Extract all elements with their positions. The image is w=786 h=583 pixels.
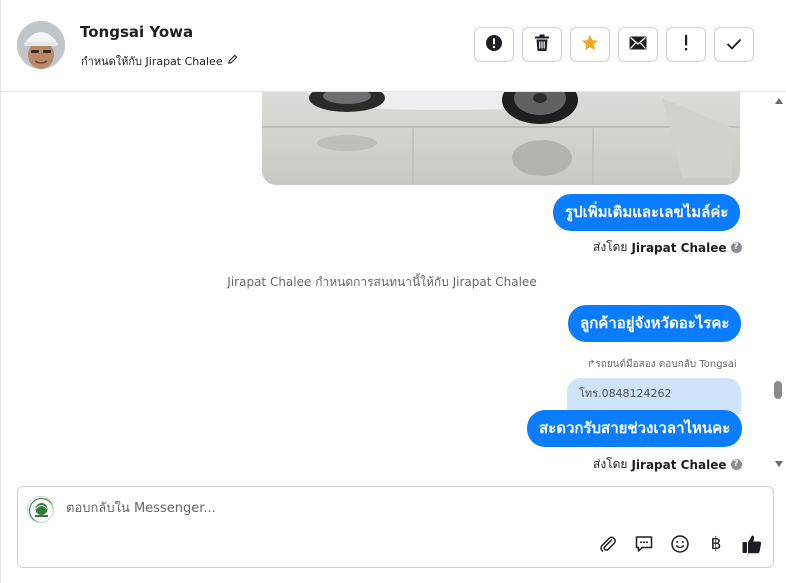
mark-spam-button[interactable] bbox=[474, 27, 514, 62]
page-logo bbox=[27, 496, 54, 523]
system-assignment-note: Jirapat Chalee กำหนดการสนทนานี้ให้กับ Ji… bbox=[227, 275, 537, 289]
sent-by-prefix: ส่งโดย bbox=[593, 240, 628, 254]
sent-by-prefix: ส่งโดย bbox=[593, 457, 628, 471]
scroll-up-arrow-icon[interactable] bbox=[775, 98, 783, 104]
reply-input[interactable] bbox=[66, 501, 746, 516]
baht-icon[interactable]: ฿ bbox=[705, 533, 727, 555]
outgoing-message[interactable]: สะดวกรับสายช่วงเวลาไหนคะ bbox=[527, 410, 743, 447]
assignment-text: กำหนดให้กับ Jirapat Chalee bbox=[81, 55, 223, 68]
mark-done-button[interactable] bbox=[714, 27, 754, 62]
check-icon bbox=[726, 35, 742, 54]
thread-actions bbox=[474, 27, 754, 62]
composer-tools: ฿ bbox=[597, 533, 763, 555]
contact-name: Tongsai Yowa bbox=[80, 23, 194, 41]
thread-header: Tongsai Yowa กำหนดให้กับ Jirapat Chalee bbox=[1, 0, 786, 92]
sent-by-label: ส่งโดย Jirapat Chalee ? bbox=[593, 238, 742, 257]
exclamation-icon bbox=[683, 34, 689, 55]
car-photo-attachment[interactable] bbox=[262, 92, 740, 185]
pencil-icon[interactable] bbox=[227, 54, 238, 68]
sent-by-label: ส่งโดย Jirapat Chalee ? bbox=[593, 455, 742, 474]
star-icon bbox=[581, 34, 599, 56]
saved-reply-icon[interactable] bbox=[633, 533, 655, 555]
paperclip-icon[interactable] bbox=[597, 533, 619, 555]
help-icon[interactable]: ? bbox=[730, 242, 742, 253]
reply-context-text: รถยนต์มือสอง ตอบกลับ Tongsai bbox=[595, 359, 737, 370]
message-list[interactable]: รูปเพิ่มเติมและเลขไมล์ค่ะ ส่งโดย Jirapat… bbox=[1, 92, 771, 476]
contact-avatar[interactable] bbox=[17, 21, 65, 69]
trash-icon bbox=[534, 34, 550, 56]
reply-composer: ฿ bbox=[17, 486, 774, 568]
scrollbar-thumb[interactable] bbox=[774, 381, 782, 399]
sent-by-name: Jirapat Chalee bbox=[631, 457, 727, 472]
star-button[interactable] bbox=[570, 27, 610, 62]
alert-circle-icon bbox=[485, 34, 503, 56]
thumbs-up-icon[interactable] bbox=[741, 533, 763, 555]
messenger-inbox-thread: Tongsai Yowa กำหนดให้กับ Jirapat Chalee bbox=[0, 0, 786, 583]
emoji-icon[interactable] bbox=[669, 533, 691, 555]
follow-up-button[interactable] bbox=[666, 27, 706, 62]
scroll-down-arrow-icon[interactable] bbox=[775, 461, 783, 467]
quoted-message[interactable]: โทร.0848124262 bbox=[567, 378, 741, 414]
outgoing-message[interactable]: ลูกค้าอยู่จังหวัดอะไรคะ bbox=[568, 305, 742, 342]
mark-unread-button[interactable] bbox=[618, 27, 658, 62]
envelope-icon bbox=[629, 35, 647, 54]
delete-button[interactable] bbox=[522, 27, 562, 62]
assignment-label[interactable]: กำหนดให้กับ Jirapat Chalee bbox=[81, 52, 238, 70]
sent-by-name: Jirapat Chalee bbox=[631, 240, 727, 255]
reply-context: ↱รถยนต์มือสอง ตอบกลับ Tongsai bbox=[587, 357, 737, 372]
help-icon[interactable]: ? bbox=[730, 459, 742, 470]
message-scrollbar[interactable] bbox=[771, 92, 786, 476]
outgoing-message[interactable]: รูปเพิ่มเติมและเลขไมล์ค่ะ bbox=[553, 194, 741, 231]
